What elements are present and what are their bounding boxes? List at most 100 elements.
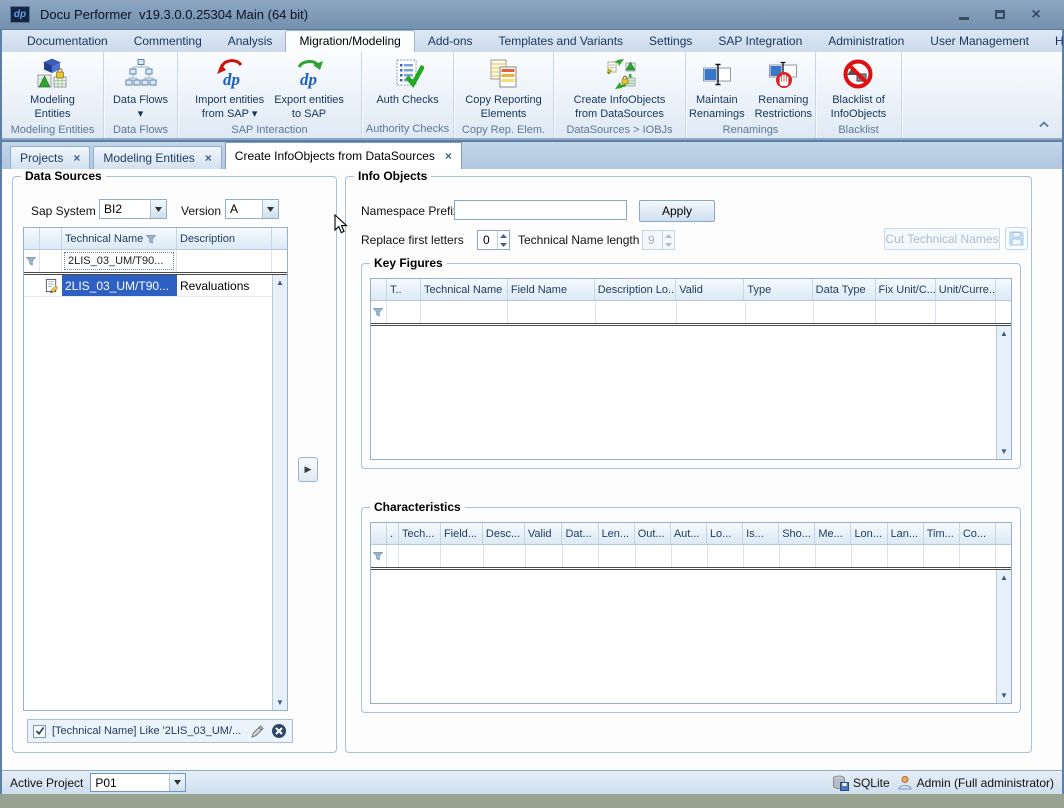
column-header[interactable]: Is... xyxy=(743,523,779,544)
filter-enabled-checkbox[interactable] xyxy=(33,725,46,738)
filter-cell[interactable] xyxy=(672,545,708,567)
filter-icon[interactable] xyxy=(146,234,156,244)
filter-cell[interactable] xyxy=(484,545,526,567)
filter-cell[interactable] xyxy=(814,301,877,323)
menu-tab-user-management[interactable]: User Management xyxy=(917,31,1042,52)
menu-tab-sap-integration[interactable]: SAP Integration xyxy=(705,31,815,52)
apply-button[interactable]: Apply xyxy=(639,200,715,222)
column-header[interactable]: Tech... xyxy=(399,523,441,544)
create-infoobjects-button[interactable]: Create InfoObjects from DataSources xyxy=(570,54,670,122)
vertical-scrollbar[interactable]: ▲ ▼ xyxy=(996,326,1011,459)
column-header[interactable]: Out... xyxy=(635,523,671,544)
filter-cell[interactable] xyxy=(636,545,672,567)
column-header[interactable]: Data Type xyxy=(813,279,876,300)
menu-tab-administration[interactable]: Administration xyxy=(815,31,917,52)
filter-cell[interactable] xyxy=(508,301,595,323)
replace-first-letters-spinner[interactable]: 0 xyxy=(477,230,510,250)
column-header[interactable]: Fix Unit/C... xyxy=(876,279,936,300)
column-header[interactable]: Technical Name xyxy=(421,279,508,300)
user-status[interactable]: Admin (Full administrator) xyxy=(897,775,1054,791)
transfer-right-button[interactable]: ▶ xyxy=(298,457,318,482)
column-header[interactable]: Me... xyxy=(815,523,851,544)
scroll-down-icon[interactable]: ▼ xyxy=(1000,688,1008,703)
filter-cell[interactable] xyxy=(677,301,745,323)
column-header[interactable]: Lon... xyxy=(851,523,887,544)
filter-cell[interactable] xyxy=(936,301,996,323)
column-header[interactable]: Type xyxy=(744,279,812,300)
spin-up-icon[interactable] xyxy=(498,231,509,240)
blacklist-infoobjects-button[interactable]: Blacklist of InfoObjects xyxy=(827,54,891,122)
dropdown-arrow-icon[interactable] xyxy=(150,200,166,218)
filter-cell[interactable] xyxy=(708,545,744,567)
export-entities-button[interactable]: dp Export entities to SAP xyxy=(270,54,348,122)
column-header[interactable]: Sho... xyxy=(779,523,815,544)
menu-tab-templates-variants[interactable]: Templates and Variants xyxy=(486,31,637,52)
namespace-prefix-input[interactable] xyxy=(454,200,627,220)
column-header[interactable]: Valid xyxy=(676,279,744,300)
menu-tab-analysis[interactable]: Analysis xyxy=(215,31,286,52)
close-button[interactable]: × xyxy=(1026,7,1046,23)
restore-button[interactable] xyxy=(990,7,1010,23)
column-technical-name[interactable]: Technical Name xyxy=(62,228,177,249)
filter-cell[interactable] xyxy=(852,545,888,567)
scroll-down-icon[interactable]: ▼ xyxy=(276,695,284,710)
cell-technical-name[interactable]: 2LIS_03_UM/T90... xyxy=(62,275,177,296)
tab-projects[interactable]: Projects × xyxy=(10,146,90,169)
column-header[interactable]: Lo... xyxy=(707,523,743,544)
modeling-entities-button[interactable]: Modeling Entities xyxy=(26,54,79,122)
filter-cell[interactable] xyxy=(876,301,936,323)
database-status[interactable]: SQLite xyxy=(832,775,890,791)
minimize-button[interactable] xyxy=(954,7,974,23)
menu-tab-documentation[interactable]: Documentation xyxy=(14,31,121,52)
filter-cell[interactable] xyxy=(888,545,924,567)
cell-description[interactable]: Revaluations xyxy=(177,275,272,296)
renaming-restrictions-button[interactable]: Renaming Restrictions xyxy=(751,54,816,122)
table-row[interactable]: 2LIS_03_UM/T90... Revaluations xyxy=(24,275,272,297)
filter-cell[interactable] xyxy=(599,545,635,567)
dropdown-arrow-icon[interactable] xyxy=(169,774,185,791)
vertical-scrollbar[interactable]: ▲ ▼ xyxy=(272,275,287,710)
data-flows-button[interactable]: Data Flows ▾ xyxy=(109,54,172,122)
menu-tab-help[interactable]: Help xyxy=(1042,31,1064,52)
filter-cell[interactable] xyxy=(816,545,852,567)
tab-create-infoobjects-from-datasources[interactable]: Create InfoObjects from DataSources × xyxy=(225,142,462,169)
column-header[interactable]: . xyxy=(387,523,399,544)
filter-cell[interactable] xyxy=(441,545,483,567)
save-button[interactable] xyxy=(1005,227,1028,250)
vertical-scrollbar[interactable]: ▲ ▼ xyxy=(996,570,1011,703)
column-header[interactable]: T.. xyxy=(387,279,421,300)
column-description[interactable]: Description xyxy=(177,228,272,249)
column-header[interactable]: Len... xyxy=(599,523,635,544)
edit-filter-button[interactable] xyxy=(250,724,265,739)
scroll-up-icon[interactable]: ▲ xyxy=(1000,326,1008,341)
filter-cell[interactable] xyxy=(526,545,564,567)
column-header[interactable]: Description Lo... xyxy=(595,279,677,300)
filter-cell[interactable] xyxy=(387,545,399,567)
scroll-up-icon[interactable]: ▲ xyxy=(1000,570,1008,585)
column-header[interactable]: Aut... xyxy=(671,523,707,544)
active-project-select[interactable]: P01 xyxy=(90,773,186,792)
column-header[interactable]: Unit/Curre... xyxy=(936,279,996,300)
filter-cell[interactable] xyxy=(563,545,599,567)
filter-cell[interactable] xyxy=(596,301,678,323)
spin-down-icon[interactable] xyxy=(498,240,509,249)
column-header[interactable]: Field... xyxy=(441,523,483,544)
menu-tab-commenting[interactable]: Commenting xyxy=(121,31,215,52)
clear-filter-button[interactable] xyxy=(271,723,287,739)
dropdown-arrow-icon[interactable] xyxy=(262,200,278,218)
column-header[interactable]: Lan... xyxy=(888,523,924,544)
scroll-up-icon[interactable]: ▲ xyxy=(276,275,284,290)
spinner-arrows[interactable] xyxy=(497,231,509,249)
menu-tab-settings[interactable]: Settings xyxy=(636,31,705,52)
close-tab-icon[interactable]: × xyxy=(445,149,452,163)
filter-cell[interactable] xyxy=(177,250,272,272)
maintain-renamings-button[interactable]: Maintain Renamings xyxy=(685,54,749,122)
filter-cell[interactable] xyxy=(960,545,996,567)
auth-checks-button[interactable]: Auth Checks xyxy=(372,54,442,121)
ribbon-collapse-button[interactable] xyxy=(1038,115,1050,133)
menu-tab-add-ons[interactable]: Add-ons xyxy=(415,31,486,52)
filter-cell[interactable] xyxy=(421,301,508,323)
close-tab-icon[interactable]: × xyxy=(73,151,80,165)
scroll-down-icon[interactable]: ▼ xyxy=(1000,444,1008,459)
technical-name-filter-input[interactable]: 2LIS_03_UM/T90... xyxy=(64,252,174,270)
